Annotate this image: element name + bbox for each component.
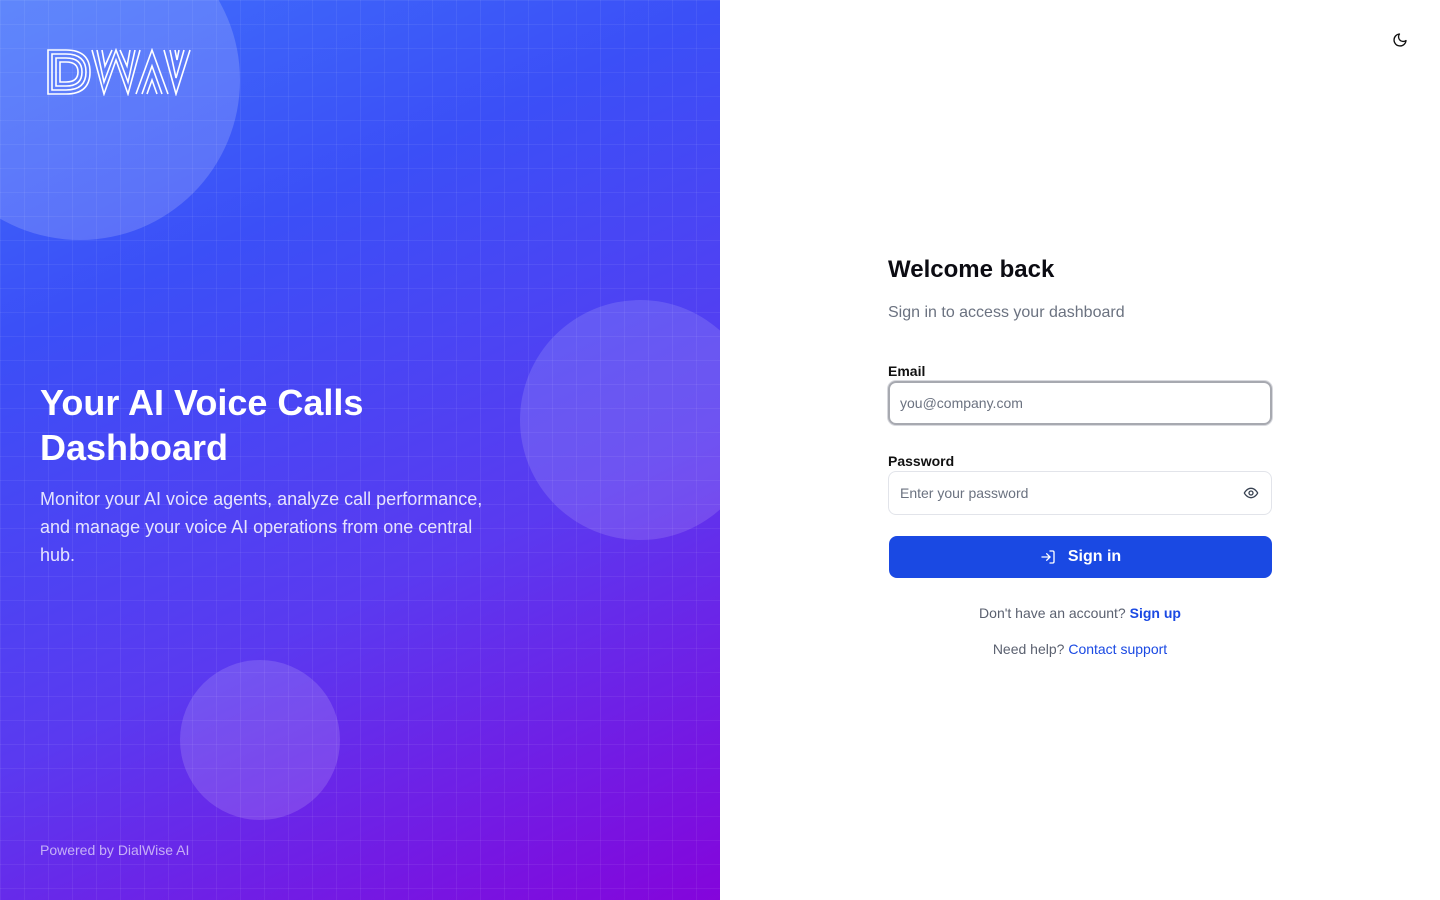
sign-in-label: Sign in	[1067, 548, 1122, 565]
sign-up-link[interactable]: Sign up	[1130, 605, 1181, 621]
eye-icon	[1243, 487, 1259, 499]
hero-title: Your AI Voice Calls Dashboard	[40, 382, 364, 468]
powered-by-text: Powered by DialWise AI	[40, 842, 190, 858]
form-subtitle: Sign in to access your dashboard	[888, 304, 1125, 321]
sign-in-button[interactable]: Sign in	[889, 536, 1272, 578]
email-label: Email	[888, 363, 926, 379]
email-field-wrapper	[888, 381, 1272, 425]
contact-support-link[interactable]: Contact support	[1068, 641, 1167, 657]
form-title: Welcome back	[888, 256, 1055, 283]
theme-toggle-button[interactable]	[1388, 28, 1412, 52]
show-password-button[interactable]	[1242, 484, 1260, 502]
moon-icon	[1393, 33, 1407, 47]
password-field-wrapper	[888, 471, 1272, 515]
signup-prompt: Don't have an account?	[979, 605, 1126, 621]
email-input[interactable]	[888, 381, 1272, 425]
password-input[interactable]	[888, 471, 1272, 515]
signup-row: Don't have an account? Sign up	[888, 604, 1272, 622]
decorative-circle	[180, 660, 340, 820]
hero-subtitle: Monitor your AI voice agents, analyze ca…	[40, 489, 483, 565]
brand-logo	[46, 47, 192, 97]
password-label: Password	[888, 453, 955, 469]
sign-in-form: Welcome back Sign in to access your dash…	[888, 255, 1272, 658]
brand-panel: Your AI Voice Calls Dashboard Monitor yo…	[0, 0, 720, 900]
help-prompt: Need help?	[992, 641, 1065, 657]
log-in-icon	[1041, 550, 1055, 564]
help-row: Need help? Contact support	[888, 640, 1272, 658]
